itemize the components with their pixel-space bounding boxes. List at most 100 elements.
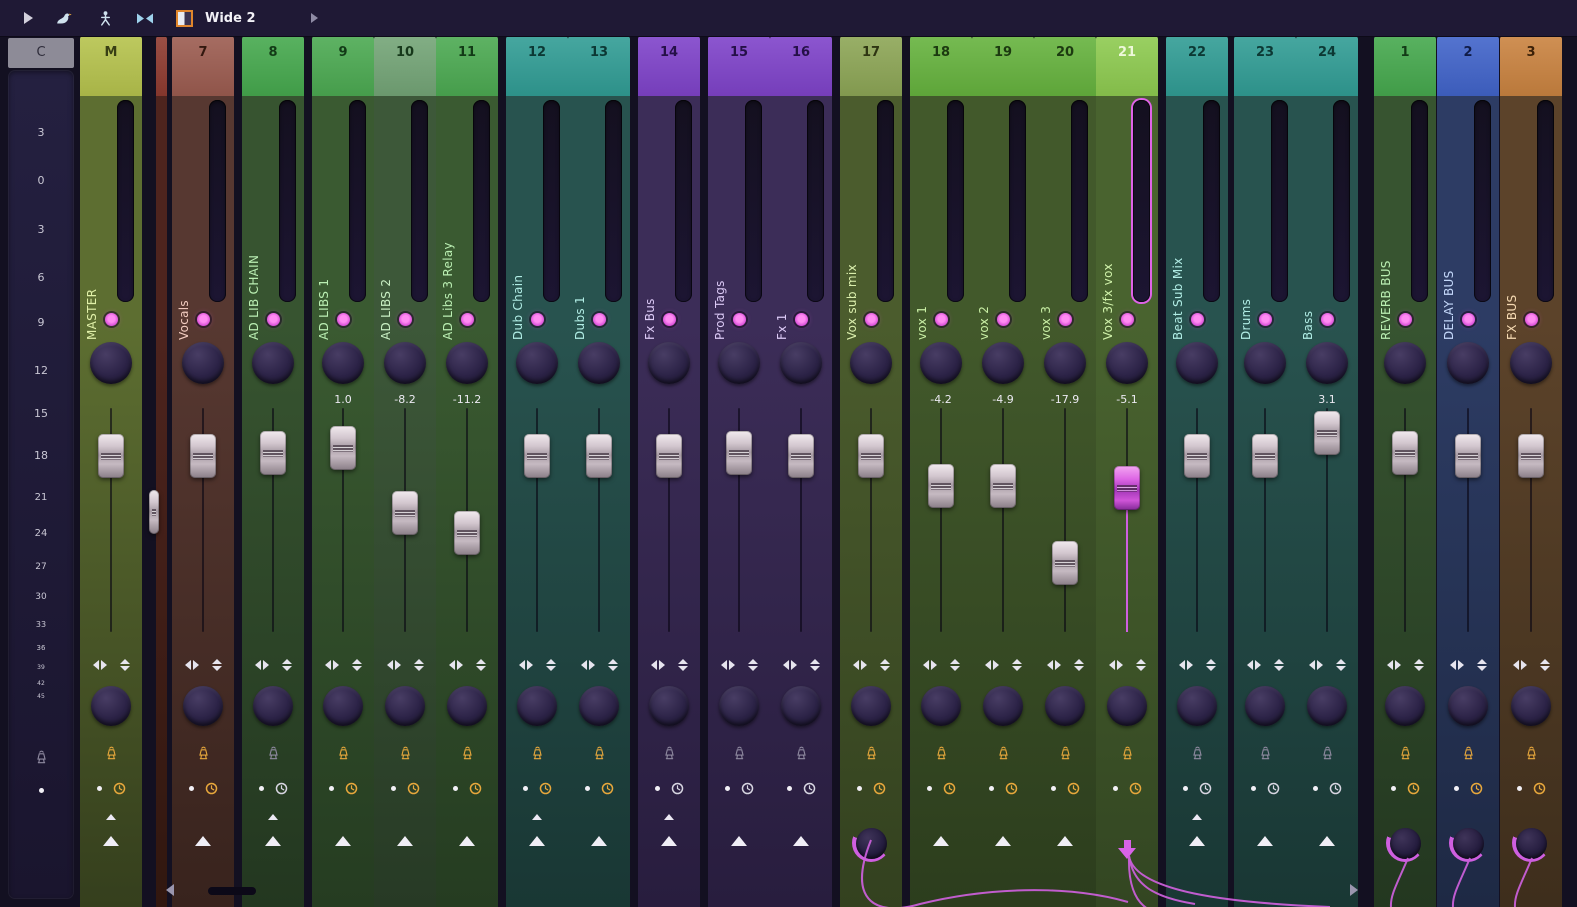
route-arrow-icon[interactable] <box>529 836 545 846</box>
pan-knob[interactable] <box>1306 342 1348 384</box>
fx-lamp-icon[interactable] <box>1034 746 1096 762</box>
stereo-separation-knob[interactable] <box>921 686 961 726</box>
stereo-swap-icon[interactable] <box>1246 660 1261 670</box>
stereo-separation-knob[interactable] <box>1511 686 1551 726</box>
stereo-swap-icon[interactable] <box>1108 660 1123 670</box>
track-number-header[interactable]: 9 <box>312 36 374 96</box>
track-number-header[interactable]: 17 <box>840 36 902 96</box>
fx-lamp-icon[interactable] <box>638 746 700 762</box>
stereo-separation-knob[interactable] <box>183 686 223 726</box>
volume-fader[interactable] <box>858 434 884 478</box>
stereo-swap-icon[interactable] <box>650 660 665 670</box>
stereo-swap-icon[interactable] <box>386 660 401 670</box>
fx-lamp-icon[interactable] <box>1234 746 1296 762</box>
mute-led[interactable] <box>1398 313 1412 326</box>
pan-knob[interactable] <box>182 342 224 384</box>
clock-icon[interactable] <box>943 782 956 795</box>
volume-fader[interactable] <box>148 490 159 534</box>
fader-track[interactable] <box>1392 408 1418 632</box>
clock-icon[interactable] <box>803 782 816 795</box>
stereo-separation-knob[interactable] <box>1448 686 1488 726</box>
route-arrow-small-icon[interactable] <box>268 814 278 820</box>
updown-arrows-icon[interactable] <box>1539 659 1550 671</box>
track-number-header[interactable]: 13 <box>568 36 630 96</box>
volume-fader[interactable] <box>1052 541 1078 585</box>
clock-icon[interactable] <box>345 782 358 795</box>
route-arrow-icon[interactable] <box>459 836 475 846</box>
pan-knob[interactable] <box>1510 342 1552 384</box>
volume-fader[interactable] <box>726 431 752 475</box>
clock-icon[interactable] <box>1005 782 1018 795</box>
volume-fader[interactable] <box>1314 411 1340 455</box>
mute-led[interactable] <box>592 313 606 326</box>
mixer-track[interactable]: 3 FX BUS <box>1500 36 1562 907</box>
stereo-separation-knob[interactable] <box>649 686 689 726</box>
fx-lamp-icon[interactable] <box>242 746 304 762</box>
stereo-separation-knob[interactable] <box>1307 686 1347 726</box>
fader-track[interactable] <box>1114 408 1140 632</box>
fader-track[interactable] <box>1252 408 1278 632</box>
mixer-track[interactable]: 9 AD LIBS 1 1.0 <box>312 36 374 907</box>
record-dot[interactable] <box>1453 785 1459 791</box>
track-number-header[interactable]: M <box>80 36 142 96</box>
stereo-swap-icon[interactable] <box>254 660 269 670</box>
clock-icon[interactable] <box>601 782 614 795</box>
stereo-separation-knob[interactable] <box>385 686 425 726</box>
clock-icon[interactable] <box>275 782 288 795</box>
volume-fader[interactable] <box>1184 434 1210 478</box>
pan-knob[interactable] <box>1176 342 1218 384</box>
updown-arrows-icon[interactable] <box>475 659 486 671</box>
fader-track[interactable] <box>392 408 418 632</box>
record-dot[interactable] <box>452 785 458 791</box>
updown-arrows-icon[interactable] <box>545 659 556 671</box>
fx-lamp-icon[interactable] <box>910 746 972 762</box>
fader-track[interactable] <box>98 408 124 632</box>
fader-track[interactable] <box>586 408 612 632</box>
clock-icon[interactable] <box>671 782 684 795</box>
fx-lamp-icon[interactable] <box>80 746 142 762</box>
fader-track[interactable] <box>726 408 752 632</box>
updown-arrows-icon[interactable] <box>1273 659 1284 671</box>
clock-icon[interactable] <box>469 782 482 795</box>
mixer-track[interactable]: 10 AD LIBS 2 -8.2 <box>374 36 436 907</box>
route-arrow-icon[interactable] <box>731 836 747 846</box>
submenu-arrow-icon[interactable] <box>310 13 318 23</box>
scroll-right-arrow[interactable] <box>1350 884 1358 896</box>
fader-track[interactable] <box>1052 408 1078 632</box>
record-dot[interactable] <box>1312 785 1318 791</box>
fx-lamp-icon[interactable] <box>436 746 498 762</box>
pan-knob[interactable] <box>850 342 892 384</box>
swan-icon[interactable] <box>55 10 75 26</box>
mute-led[interactable] <box>1524 313 1538 326</box>
mute-led[interactable] <box>996 313 1010 326</box>
opposing-arrows-icon[interactable] <box>136 12 154 25</box>
stereo-separation-knob[interactable] <box>1245 686 1285 726</box>
fader-track[interactable] <box>454 408 480 632</box>
stereo-separation-knob[interactable] <box>517 686 557 726</box>
fx-lamp-icon[interactable] <box>374 746 436 762</box>
fx-lamp-icon[interactable] <box>506 746 568 762</box>
send-knob[interactable] <box>852 824 890 862</box>
stereo-separation-knob[interactable] <box>983 686 1023 726</box>
pan-knob[interactable] <box>780 342 822 384</box>
fader-track[interactable] <box>524 408 550 632</box>
send-knob[interactable] <box>1512 824 1550 862</box>
volume-fader[interactable] <box>928 464 954 508</box>
stereo-swap-icon[interactable] <box>720 660 735 670</box>
updown-arrows-icon[interactable] <box>607 659 618 671</box>
mixer-track[interactable]: 24 Bass 3.1 <box>1296 36 1358 907</box>
layout-name[interactable]: Wide 2 <box>205 11 256 26</box>
updown-arrows-icon[interactable] <box>949 659 960 671</box>
clock-icon[interactable] <box>741 782 754 795</box>
track-number-header[interactable]: 2 <box>1437 36 1499 96</box>
pan-knob[interactable] <box>1244 342 1286 384</box>
mute-led[interactable] <box>864 313 878 326</box>
route-arrow-icon[interactable] <box>1319 836 1335 846</box>
mixer-track[interactable]: 18 vox 1 -4.2 <box>910 36 972 907</box>
volume-fader[interactable] <box>454 511 480 555</box>
clock-icon[interactable] <box>407 782 420 795</box>
route-arrow-icon[interactable] <box>1057 836 1073 846</box>
clock-icon[interactable] <box>1470 782 1483 795</box>
horizontal-scrollbar-thumb[interactable] <box>208 887 256 895</box>
mute-led[interactable] <box>530 313 544 326</box>
